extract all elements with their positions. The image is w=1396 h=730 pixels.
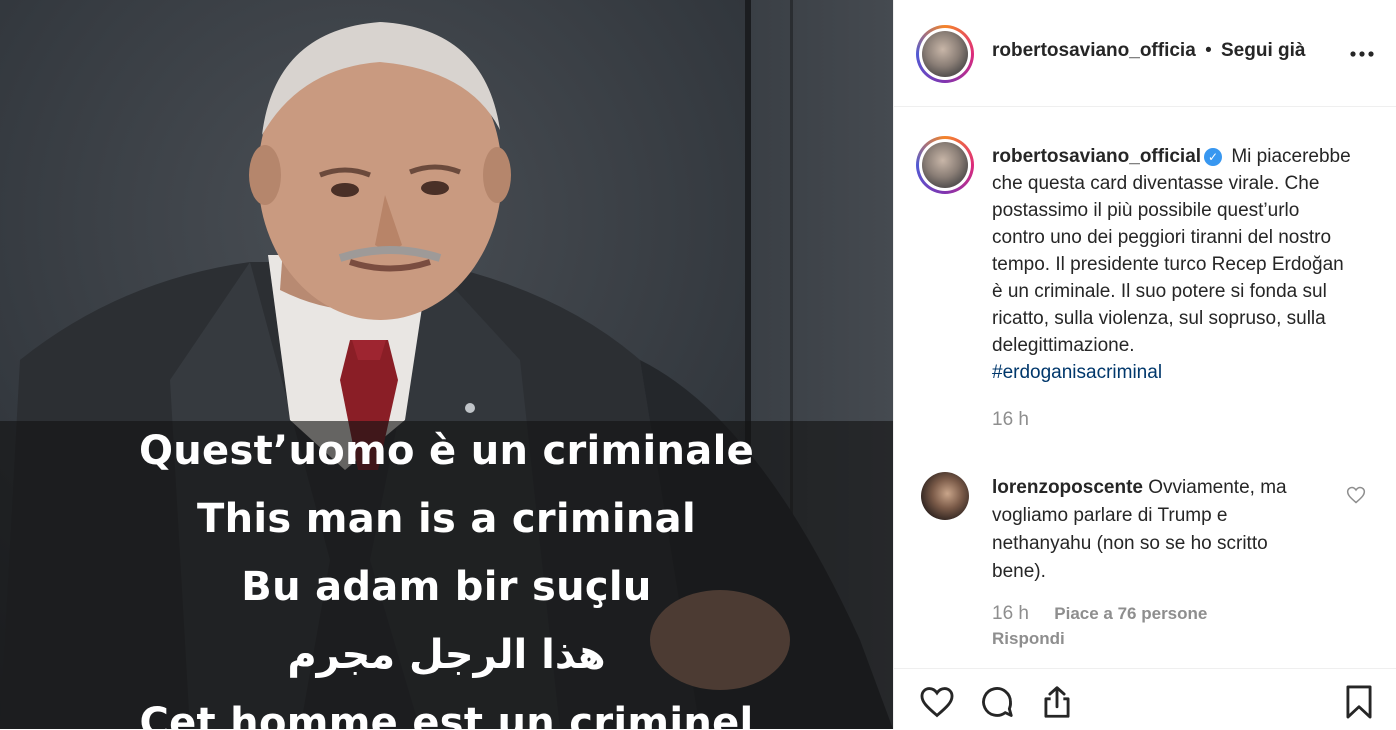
share-icon[interactable]: [1038, 683, 1078, 723]
comment-likes[interactable]: Piace a 76 persone: [1054, 604, 1207, 623]
caption-text: Mi piacerebbe che questa card diventasse…: [992, 146, 1351, 356]
image-caption-italian: Quest’uomo è un criminale: [138, 428, 755, 474]
caption-timestamp[interactable]: 16 h: [992, 406, 1352, 433]
separator-dot: •: [1205, 40, 1212, 61]
more-horizontal-icon[interactable]: [1349, 38, 1375, 64]
reply-button[interactable]: Rispondi: [992, 629, 1065, 649]
header-username[interactable]: robertosaviano_officia: [992, 40, 1196, 61]
image-caption-french: Cet homme est un criminel: [139, 700, 754, 729]
heart-icon[interactable]: [918, 683, 958, 723]
image-caption-english: This man is a criminal: [197, 496, 696, 542]
bookmark-icon[interactable]: [1340, 683, 1380, 723]
comment-like-heart-icon[interactable]: [1346, 485, 1366, 505]
author-avatar[interactable]: [916, 25, 974, 83]
image-caption-turkish: Bu adam bir suçlu: [241, 564, 652, 610]
commenter-avatar[interactable]: [921, 472, 969, 520]
image-caption-arabic: هذا الرجل مجرم: [287, 632, 606, 678]
caption-avatar[interactable]: [916, 136, 974, 194]
action-bar: [894, 668, 1396, 730]
follow-button[interactable]: Segui già: [1221, 40, 1305, 61]
post-image[interactable]: Quest’uomo è un criminale This man is a …: [0, 0, 893, 729]
post-header: robertosaviano_officia • Segui già: [894, 0, 1396, 107]
comment-timestamp[interactable]: 16 h: [992, 603, 1029, 624]
verified-badge-icon: ✓: [1204, 148, 1223, 166]
comment-username[interactable]: lorenzoposcente: [992, 477, 1143, 498]
instagram-post-view: Quest’uomo è un criminale This man is a …: [0, 0, 1396, 729]
comment-item: lorenzoposcente Ovviamente, ma vogliamo …: [992, 474, 1322, 586]
post-side-panel: robertosaviano_officia • Segui già rober…: [893, 0, 1396, 729]
comment-icon[interactable]: [978, 683, 1018, 723]
post-caption: robertosaviano_official ✓ Mi piacerebbe c…: [992, 143, 1352, 433]
comment-meta: 16 h Piace a 76 persone: [992, 603, 1207, 625]
header-user-line: robertosaviano_officia • Segui già: [992, 40, 1305, 62]
caption-username[interactable]: robertosaviano_official: [992, 146, 1201, 167]
hashtag-link[interactable]: #erdoganisacriminal: [992, 362, 1162, 383]
